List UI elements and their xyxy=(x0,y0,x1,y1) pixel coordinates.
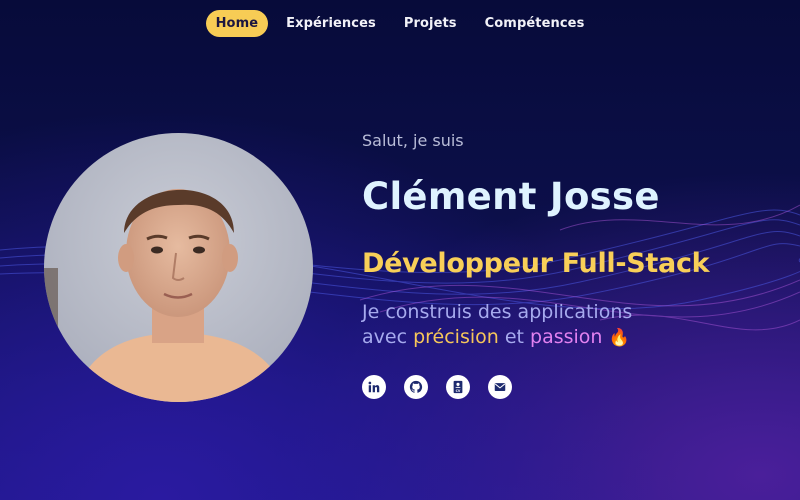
tagline: Je construis des applications avec préci… xyxy=(362,300,632,351)
github-icon xyxy=(409,380,423,393)
nav-experiences[interactable]: Expériences xyxy=(276,10,386,37)
mail-icon xyxy=(494,383,506,391)
fire-emoji: 🔥 xyxy=(608,328,630,348)
greeting-text: Salut, je suis xyxy=(362,131,464,150)
linkedin-link[interactable] xyxy=(362,375,386,399)
social-links: CV xyxy=(362,375,512,399)
page-title: Clément Josse xyxy=(362,175,660,218)
tagline-line-1: Je construis des applications xyxy=(362,301,633,323)
mail-link[interactable] xyxy=(488,375,512,399)
nav-home[interactable]: Home xyxy=(205,9,269,37)
github-link[interactable] xyxy=(404,375,428,399)
nav-competences[interactable]: Compétences xyxy=(475,10,595,37)
cv-icon: CV xyxy=(453,380,463,394)
top-nav: Home Expériences Projets Compétences xyxy=(0,9,800,37)
svg-text:CV: CV xyxy=(456,389,461,393)
tagline-et: et xyxy=(504,326,524,348)
profile-photo xyxy=(44,133,313,402)
tagline-highlight-passion: passion xyxy=(530,326,603,348)
role-subtitle: Développeur Full-Stack xyxy=(362,248,710,279)
tagline-line-2: avec précision et passion 🔥 xyxy=(362,325,632,351)
tagline-avec: avec xyxy=(362,326,408,348)
tagline-highlight-precision: précision xyxy=(413,326,499,348)
nav-projets[interactable]: Projets xyxy=(394,10,467,37)
linkedin-icon xyxy=(368,381,380,393)
cv-link[interactable]: CV xyxy=(446,375,470,399)
